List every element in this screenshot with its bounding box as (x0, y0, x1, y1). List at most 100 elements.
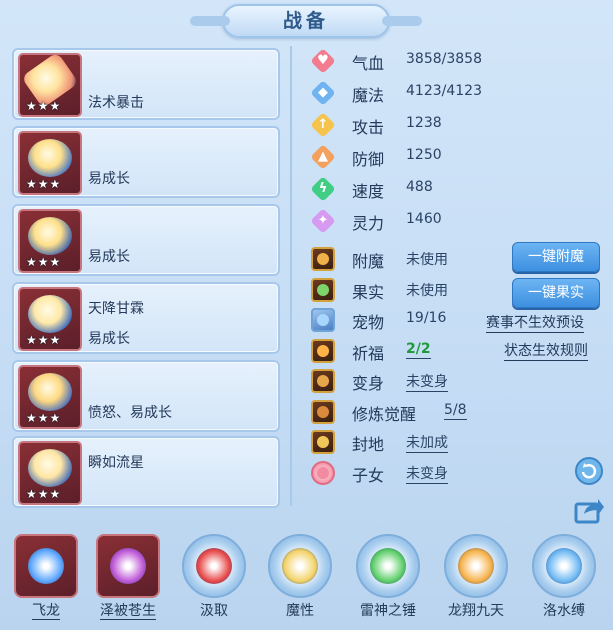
attribute-value[interactable]: 未加成 (406, 435, 448, 453)
bracelet-icon[interactable]: ★ ★ ★ (18, 365, 82, 429)
shield-icon: ◆ (310, 80, 336, 106)
star-icon: ★ (37, 255, 49, 269)
skills-bar: 飞龙 泽被苍生 汲取 魔性 雷神之锤 龙翔九天 洛水缚 (0, 520, 613, 630)
attribute-value[interactable]: 5/8 (444, 401, 467, 420)
equipment-slot[interactable]: ★ ★ ★ 易成长 (12, 126, 280, 198)
star-rating: ★ ★ ★ (26, 255, 60, 269)
enchant-icon (310, 246, 336, 272)
attribute-label: 变身 (352, 374, 385, 393)
attribute-row[interactable]: 变身 未变身 (310, 366, 600, 394)
attribute-row[interactable]: 封地 未加成 (310, 427, 600, 455)
attribute-row[interactable]: 子女 未变身 (310, 458, 600, 486)
star-icon: ★ (49, 487, 61, 501)
star-rating: ★ ★ ★ (26, 487, 60, 501)
stat-row: ▲ 防御 1250 (310, 142, 600, 170)
skill-name: 汲取 (168, 600, 260, 620)
star-icon: ★ (26, 99, 37, 113)
attribute-value[interactable]: 未变身 (406, 465, 448, 484)
attribute-value: 未使用 (406, 282, 448, 299)
star-icon: ★ (37, 99, 49, 113)
cultivation-icon (310, 399, 336, 425)
rules-link[interactable]: 状态生效规则 (504, 343, 588, 361)
passive-skill-icon[interactable] (356, 534, 420, 598)
skill-slot[interactable]: 飞龙 (10, 534, 82, 630)
attribute-row[interactable]: 修炼觉醒 5/8 (310, 397, 600, 425)
sword-icon: ↑ (310, 112, 336, 138)
skill-name-text: 泽被苍生 (100, 603, 156, 620)
stat-value: 3858/3858 (406, 51, 482, 67)
star-rating: ★ ★ ★ (26, 99, 60, 113)
stat-row: ✦ 灵力 1460 (310, 206, 600, 234)
star-icon: ★ (26, 487, 37, 501)
child-icon (310, 460, 336, 486)
attribute-value[interactable]: 未变身 (406, 374, 448, 392)
stat-row: ↑ 攻击 1238 (310, 110, 600, 138)
star-icon: ★ (26, 255, 37, 269)
star-icon: ★ (37, 177, 49, 191)
equipment-effect: 易成长 (88, 171, 130, 187)
helmet-icon[interactable]: ★ ★ ★ (18, 131, 82, 195)
skill-slot[interactable]: 魔性 (264, 534, 336, 630)
pet-icon (310, 307, 336, 333)
skill-name: 雷神之锤 (342, 600, 434, 620)
stat-row: ♥ 气血 3858/3858 (310, 46, 600, 74)
equipment-slot[interactable]: ★ ★ ★ 法术暴击 (12, 48, 280, 120)
heart-icon: ♥ (310, 48, 336, 74)
stat-label: 灵力 (352, 214, 385, 233)
star-rating: ★ ★ ★ (26, 411, 60, 425)
auto-fruit-button[interactable]: 一键果实 (512, 278, 600, 308)
stat-value: 1238 (406, 115, 442, 131)
skill-name: 泽被苍生 (82, 600, 174, 620)
star-icon: ★ (26, 333, 37, 347)
equipment-slot[interactable]: ★ ★ ★ 天降甘霖易成长 (12, 282, 280, 354)
stat-label: 气血 (352, 54, 385, 73)
star-icon: ★ (49, 255, 61, 269)
attribute-label: 宠物 (352, 313, 385, 332)
auto-enchant-button[interactable]: 一键附魔 (512, 242, 600, 272)
boots-icon[interactable]: ★ ★ ★ (18, 441, 82, 505)
attribute-label: 封地 (352, 435, 385, 454)
attribute-value[interactable]: 2/2 (406, 340, 431, 359)
equipment-slot[interactable]: ★ ★ ★ 易成长 (12, 204, 280, 276)
star-icon: ★ (49, 411, 61, 425)
blessing-icon (310, 338, 336, 364)
title-plate: 战备 (190, 4, 422, 38)
skill-slot[interactable]: 洛水缚 (528, 534, 600, 630)
equipment-effect: 天降甘霖 (88, 301, 144, 317)
passive-skill-icon[interactable] (532, 534, 596, 598)
skill-slot[interactable]: 汲取 (178, 534, 250, 630)
passive-skill-icon[interactable] (444, 534, 508, 598)
skill-name-text: 飞龙 (32, 603, 60, 620)
refresh-icon[interactable] (574, 456, 604, 486)
preset-link[interactable]: 赛事不生效预设 (486, 315, 584, 333)
stat-value: 1460 (406, 211, 442, 227)
popsicle-icon[interactable]: ★ ★ ★ (18, 53, 82, 117)
equipment-panel: 战备 ★ ★ ★ 法术暴击 ★ ★ ★ 易成长 ★ ★ ★ 易成长 ★ ★ ★ 天降甘霖 易成长 ★ ★ ★ 愤怒、易成… (0, 0, 613, 630)
stat-label: 魔法 (352, 86, 385, 105)
skill-icon[interactable] (14, 534, 78, 598)
skill-name: 龙翔九天 (430, 600, 522, 620)
passive-skill-icon[interactable] (268, 534, 332, 598)
star-icon: ★ (49, 99, 61, 113)
skill-name-text: 雷神之锤 (360, 603, 416, 619)
star-icon: ★ (26, 177, 37, 191)
star-rating: ★ ★ ★ (26, 333, 60, 347)
panel-divider (290, 46, 292, 506)
necklace-icon[interactable]: ★ ★ ★ (18, 287, 82, 351)
skill-slot[interactable]: 泽被苍生 (92, 534, 164, 630)
equipment-slot[interactable]: ★ ★ ★ 愤怒、易成长 (12, 360, 280, 432)
transform-icon (310, 368, 336, 394)
sparkle-icon: ✦ (310, 208, 336, 234)
equipment-effect: 瞬如流星 (88, 455, 144, 471)
equipment-slot[interactable]: ★ ★ ★ 瞬如流星 (12, 436, 280, 508)
passive-skill-icon[interactable] (182, 534, 246, 598)
attribute-value: 19/16 (406, 310, 447, 326)
skill-name: 飞龙 (0, 600, 92, 620)
skill-slot[interactable]: 雷神之锤 (352, 534, 424, 630)
skill-slot[interactable]: 龙翔九天 (440, 534, 512, 630)
stat-label: 防御 (352, 150, 385, 169)
skill-icon[interactable] (96, 534, 160, 598)
lightning-icon: ϟ (310, 176, 336, 202)
armor-icon[interactable]: ★ ★ ★ (18, 209, 82, 273)
equipment-effect: 易成长 (88, 331, 130, 347)
